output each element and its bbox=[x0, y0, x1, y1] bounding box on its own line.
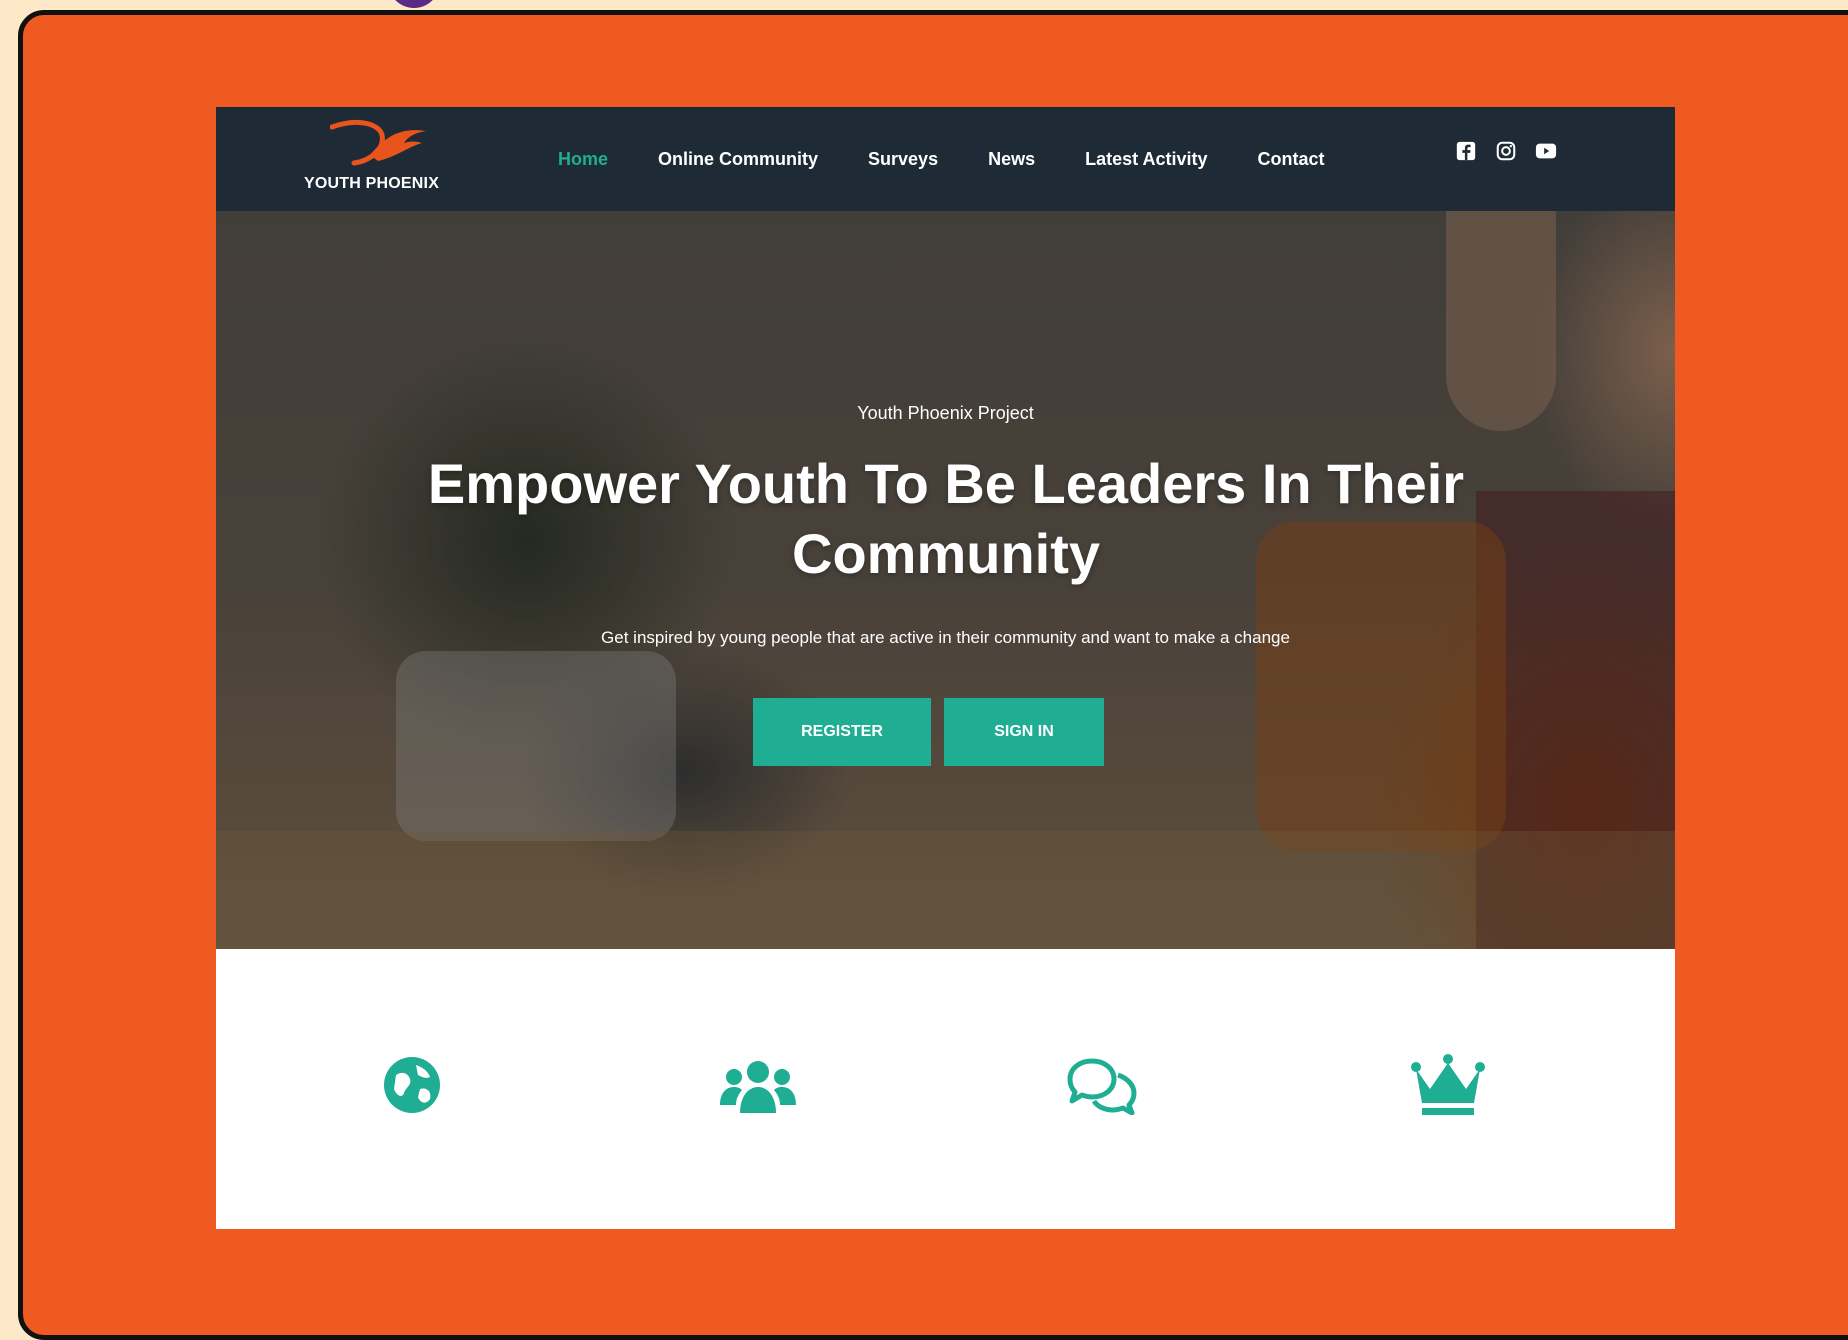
social-links bbox=[1454, 140, 1574, 162]
hero-title: Empower Youth To Be Leaders In Their Com… bbox=[427, 452, 1465, 585]
website-screenshot: YOUTH PHOENIX Home Online Community Surv… bbox=[216, 107, 1675, 1229]
nav-link-news[interactable]: News bbox=[988, 149, 1035, 170]
instagram-icon[interactable] bbox=[1494, 140, 1518, 162]
stats-section: 5 300 14 bbox=[216, 949, 1675, 1229]
navbar: YOUTH PHOENIX Home Online Community Surv… bbox=[216, 107, 1675, 211]
hero-section: Youth Phoenix Project Empower Youth To B… bbox=[216, 211, 1675, 949]
chat-icon bbox=[1067, 1058, 1137, 1115]
logo-text: YOUTH PHOENIX bbox=[304, 175, 440, 192]
register-button[interactable]: REGISTER bbox=[753, 698, 931, 766]
phoenix-logo-icon bbox=[330, 120, 426, 166]
nav-link-online-community[interactable]: Online Community bbox=[658, 149, 818, 170]
users-icon bbox=[720, 1061, 796, 1113]
sign-in-button[interactable]: SIGN IN bbox=[944, 698, 1104, 766]
main-nav: Home Online Community Surveys News Lates… bbox=[558, 107, 1375, 211]
globe-icon bbox=[384, 1057, 440, 1113]
nav-link-contact[interactable]: Contact bbox=[1258, 149, 1325, 170]
logo[interactable]: YOUTH PHOENIX bbox=[304, 117, 454, 197]
decorative-shape bbox=[388, 0, 440, 8]
crown-icon bbox=[1411, 1054, 1485, 1115]
hero-buttons: REGISTER SIGN IN bbox=[753, 698, 1104, 766]
nav-link-home[interactable]: Home bbox=[558, 149, 608, 170]
hero-subtitle: Get inspired by young people that are ac… bbox=[601, 628, 1290, 647]
hero-eyebrow: Youth Phoenix Project bbox=[857, 403, 1034, 423]
facebook-icon[interactable] bbox=[1454, 140, 1478, 162]
nav-link-surveys[interactable]: Surveys bbox=[868, 149, 938, 170]
youtube-icon[interactable] bbox=[1534, 140, 1558, 162]
nav-link-latest-activity[interactable]: Latest Activity bbox=[1085, 149, 1207, 170]
